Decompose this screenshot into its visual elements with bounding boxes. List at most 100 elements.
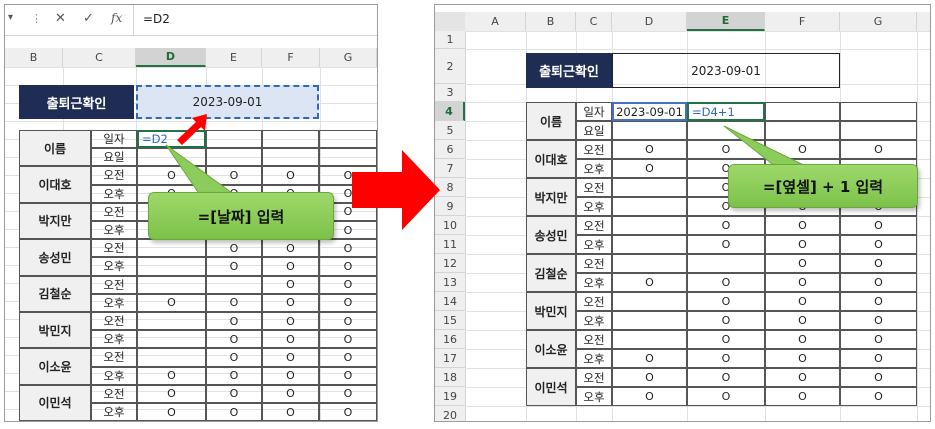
attendance-cell[interactable]: O <box>840 349 917 368</box>
attendance-cell[interactable]: O <box>137 366 206 385</box>
attendance-cell[interactable]: O <box>840 140 917 159</box>
attendance-cell[interactable]: O <box>262 403 319 421</box>
attendance-cell[interactable] <box>612 292 687 311</box>
attendance-cell[interactable]: O <box>765 235 840 254</box>
attendance-cell[interactable]: O <box>262 312 319 331</box>
row-header-16[interactable]: 16 <box>435 330 465 349</box>
attendance-cell[interactable]: O <box>612 159 687 178</box>
attendance-cell[interactable]: O <box>765 273 840 292</box>
attendance-cell[interactable] <box>612 178 687 197</box>
attendance-cell[interactable]: O <box>840 330 917 349</box>
row-header-5[interactable]: 5 <box>435 121 465 140</box>
row-header-1[interactable]: 1 <box>435 31 465 49</box>
column-header-f[interactable]: F <box>765 12 840 31</box>
attendance-cell[interactable]: O <box>840 235 917 254</box>
attendance-cell[interactable]: O <box>319 275 377 294</box>
row-header-19[interactable]: 19 <box>435 387 465 406</box>
insert-function-icon[interactable]: fx <box>111 11 122 25</box>
attendance-cell[interactable]: O <box>262 384 319 403</box>
column-header-d[interactable]: D <box>612 12 687 31</box>
attendance-cell[interactable]: O <box>206 239 262 258</box>
attendance-cell[interactable] <box>612 330 687 349</box>
attendance-cell[interactable]: O <box>840 368 917 387</box>
attendance-cell[interactable] <box>137 239 206 258</box>
attendance-cell[interactable] <box>612 235 687 254</box>
attendance-cell[interactable]: O <box>765 368 840 387</box>
name-box-dropdown-icon[interactable]: ▾ <box>8 12 13 23</box>
attendance-cell[interactable]: O <box>612 273 687 292</box>
formula-input[interactable]: =D2 <box>143 12 170 26</box>
attendance-cell[interactable]: O <box>206 330 262 349</box>
attendance-cell[interactable]: O <box>840 254 917 273</box>
column-header-a[interactable]: A <box>465 12 526 31</box>
attendance-cell[interactable]: O <box>206 366 262 385</box>
attendance-cell[interactable]: O <box>262 275 319 294</box>
row-header-15[interactable]: 15 <box>435 311 465 330</box>
attendance-cell[interactable]: O <box>137 293 206 312</box>
attendance-cell[interactable]: O <box>206 293 262 312</box>
attendance-cell[interactable]: O <box>765 254 840 273</box>
attendance-cell[interactable]: O <box>319 293 377 312</box>
attendance-cell[interactable]: O <box>319 330 377 349</box>
attendance-cell[interactable]: O <box>206 403 262 421</box>
header-cell[interactable] <box>765 102 840 121</box>
attendance-cell[interactable]: O <box>319 257 377 276</box>
attendance-cell[interactable]: O <box>687 311 765 330</box>
attendance-cell[interactable]: O <box>687 349 765 368</box>
attendance-cell[interactable]: O <box>687 292 765 311</box>
attendance-cell[interactable] <box>687 254 765 273</box>
attendance-cell[interactable] <box>612 216 687 235</box>
attendance-cell[interactable]: O <box>612 387 687 406</box>
attendance-cell[interactable]: O <box>687 330 765 349</box>
column-header-b[interactable]: B <box>5 48 63 67</box>
header-cell[interactable] <box>262 130 319 149</box>
d4-date-cell[interactable]: 2023-09-01 <box>612 102 687 121</box>
attendance-cell[interactable]: O <box>612 349 687 368</box>
attendance-cell[interactable]: O <box>765 311 840 330</box>
select-all-corner[interactable] <box>435 12 465 31</box>
attendance-cell[interactable]: O <box>262 293 319 312</box>
attendance-cell[interactable]: O <box>137 403 206 421</box>
date-input-cell[interactable]: 2023-09-01 <box>136 85 319 119</box>
date-cell[interactable]: 2023-09-01 <box>612 53 840 88</box>
row-header-12[interactable]: 12 <box>435 254 465 273</box>
attendance-cell[interactable] <box>612 254 687 273</box>
column-header-g[interactable]: G <box>840 12 917 31</box>
row-header-14[interactable]: 14 <box>435 292 465 311</box>
attendance-cell[interactable] <box>137 330 206 349</box>
attendance-cell[interactable]: O <box>765 330 840 349</box>
attendance-cell[interactable]: O <box>137 384 206 403</box>
e4-editing-cell[interactable]: =D4+1 <box>687 102 765 121</box>
attendance-cell[interactable]: O <box>840 311 917 330</box>
attendance-cell[interactable]: O <box>687 273 765 292</box>
attendance-cell[interactable]: O <box>765 292 840 311</box>
header-cell[interactable] <box>612 121 687 140</box>
row-header-2[interactable]: 2 <box>435 49 465 84</box>
column-header-d[interactable]: D <box>136 48 206 67</box>
column-header-g[interactable]: G <box>320 48 377 67</box>
attendance-cell[interactable]: O <box>262 257 319 276</box>
row-header-13[interactable]: 13 <box>435 273 465 292</box>
attendance-cell[interactable]: O <box>612 368 687 387</box>
column-header-e[interactable]: E <box>206 48 262 67</box>
attendance-cell[interactable]: O <box>319 384 377 403</box>
attendance-cell[interactable]: O <box>687 387 765 406</box>
row-header-18[interactable]: 18 <box>435 368 465 387</box>
attendance-cell[interactable]: O <box>262 366 319 385</box>
cancel-icon[interactable]: ✕ <box>55 11 66 26</box>
attendance-cell[interactable] <box>137 348 206 367</box>
attendance-cell[interactable]: O <box>687 216 765 235</box>
row-header-20[interactable]: 20 <box>435 406 465 421</box>
attendance-cell[interactable]: O <box>687 368 765 387</box>
attendance-cell[interactable]: O <box>840 273 917 292</box>
header-cell[interactable] <box>262 148 319 167</box>
attendance-cell[interactable]: O <box>612 140 687 159</box>
attendance-cell[interactable] <box>137 312 206 331</box>
header-cell[interactable] <box>840 102 917 121</box>
row-header-3[interactable]: 3 <box>435 84 465 102</box>
attendance-cell[interactable]: O <box>206 312 262 331</box>
row-header-11[interactable]: 11 <box>435 235 465 254</box>
attendance-cell[interactable]: O <box>765 387 840 406</box>
attendance-cell[interactable] <box>137 257 206 276</box>
attendance-cell[interactable]: O <box>206 384 262 403</box>
